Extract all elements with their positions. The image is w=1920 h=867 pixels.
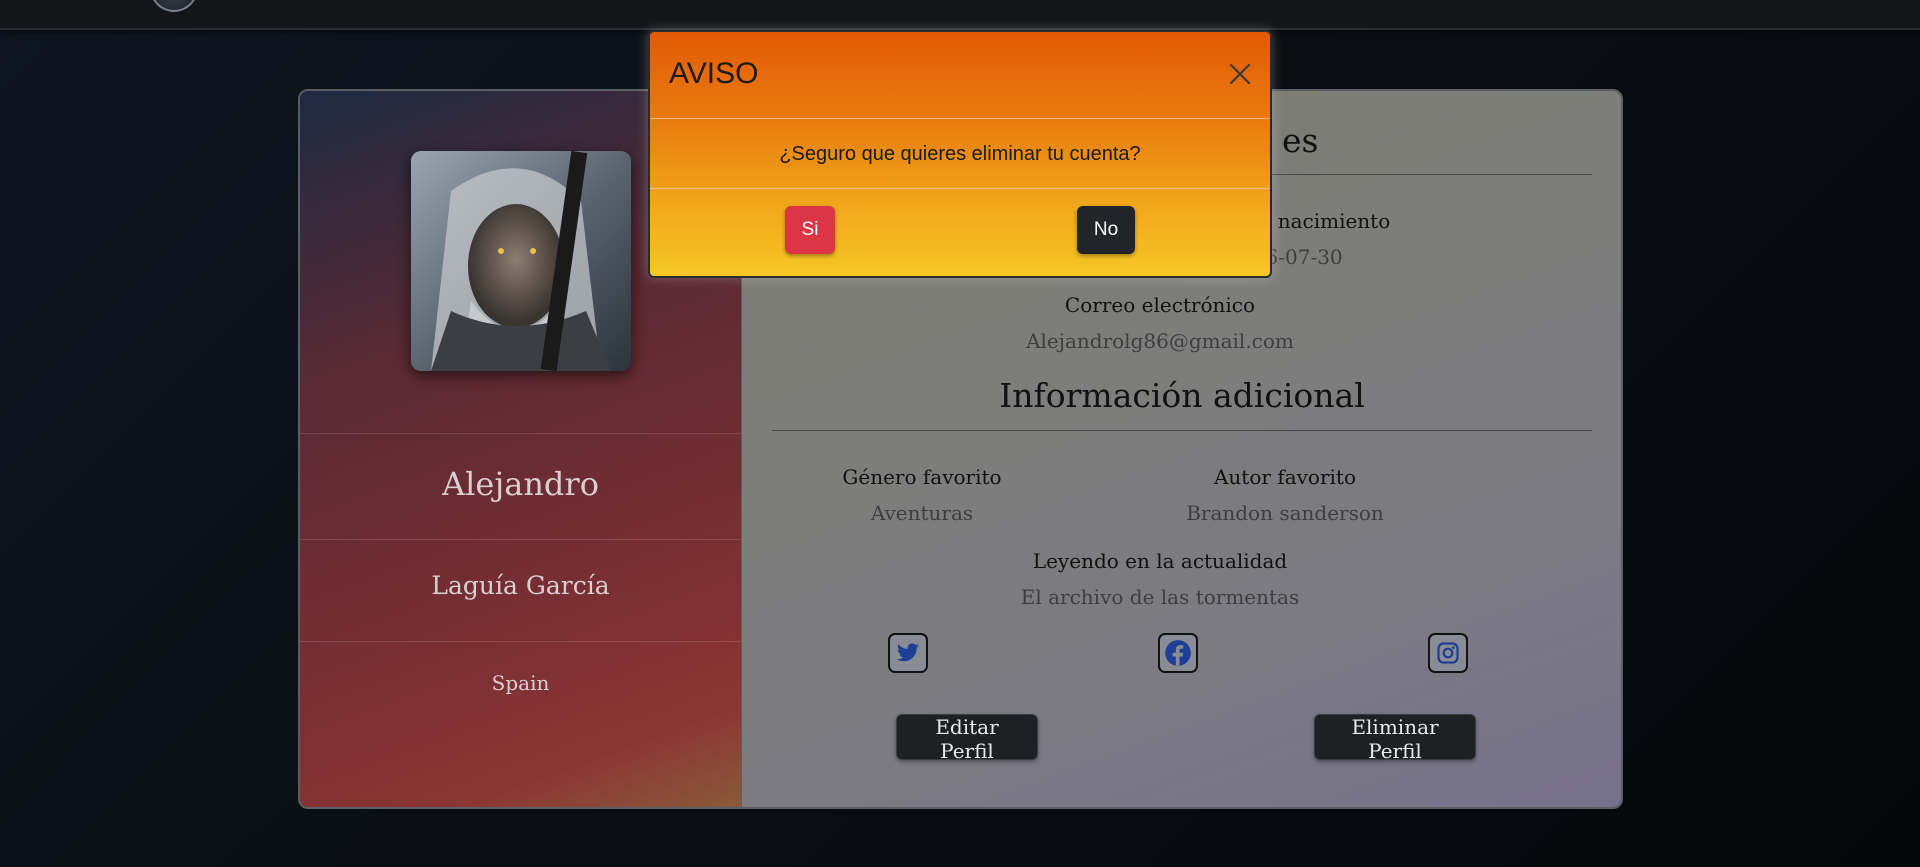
email-value: Alejandrolg86@gmail.com: [1026, 329, 1294, 353]
author-label: Autor favorito: [1213, 465, 1357, 489]
twitter-icon: [897, 643, 919, 662]
facebook-icon: [1165, 640, 1191, 666]
author-value: Brandon sanderson: [1186, 501, 1384, 525]
profile-photo: [411, 151, 631, 371]
reading-value: El archivo de las tormentas: [1020, 585, 1300, 609]
facebook-link[interactable]: [1158, 633, 1198, 673]
email-label: Correo electrónico: [1064, 293, 1256, 317]
confirm-no-button[interactable]: No: [1077, 206, 1135, 254]
modal-title: AVISO: [669, 57, 759, 90]
modal-header: AVISO: [650, 32, 1270, 119]
edit-profile-button[interactable]: Editar Perfil: [896, 714, 1038, 763]
confirm-yes-button[interactable]: Si: [785, 206, 835, 254]
genre-field: Género favorito Aventuras: [742, 465, 1102, 525]
email-field: Correo electrónico Alejandrolg86@gmail.c…: [980, 293, 1340, 353]
genre-label: Género favorito: [842, 465, 1002, 489]
country: Spain: [300, 641, 741, 731]
modal-message: ¿Seguro que quieres eliminar tu cuenta?: [650, 119, 1270, 189]
modal-close-button[interactable]: [1226, 60, 1254, 88]
reading-field: Leyendo en la actualidad El archivo de l…: [980, 549, 1340, 609]
close-icon: [1229, 63, 1251, 85]
additional-section-title: Información adicional: [999, 376, 1365, 415]
nav-avatar[interactable]: [150, 0, 198, 12]
author-field: Autor favorito Brandon sanderson: [1105, 465, 1465, 525]
delete-profile-button[interactable]: Eliminar Perfil: [1314, 714, 1476, 763]
reading-label: Leyendo en la actualidad: [1032, 549, 1288, 573]
confirm-delete-modal: AVISO ¿Seguro que quieres eliminar tu cu…: [648, 30, 1272, 278]
modal-footer: Si No: [650, 189, 1270, 276]
instagram-link[interactable]: [1428, 633, 1468, 673]
top-navbar: [0, 0, 1920, 30]
twitter-link[interactable]: [888, 633, 928, 673]
first-name: Alejandro: [300, 433, 741, 539]
genre-value: Aventuras: [870, 501, 974, 525]
instagram-icon: [1437, 642, 1459, 664]
divider: [772, 430, 1592, 431]
last-name: Laguía García: [300, 539, 741, 641]
